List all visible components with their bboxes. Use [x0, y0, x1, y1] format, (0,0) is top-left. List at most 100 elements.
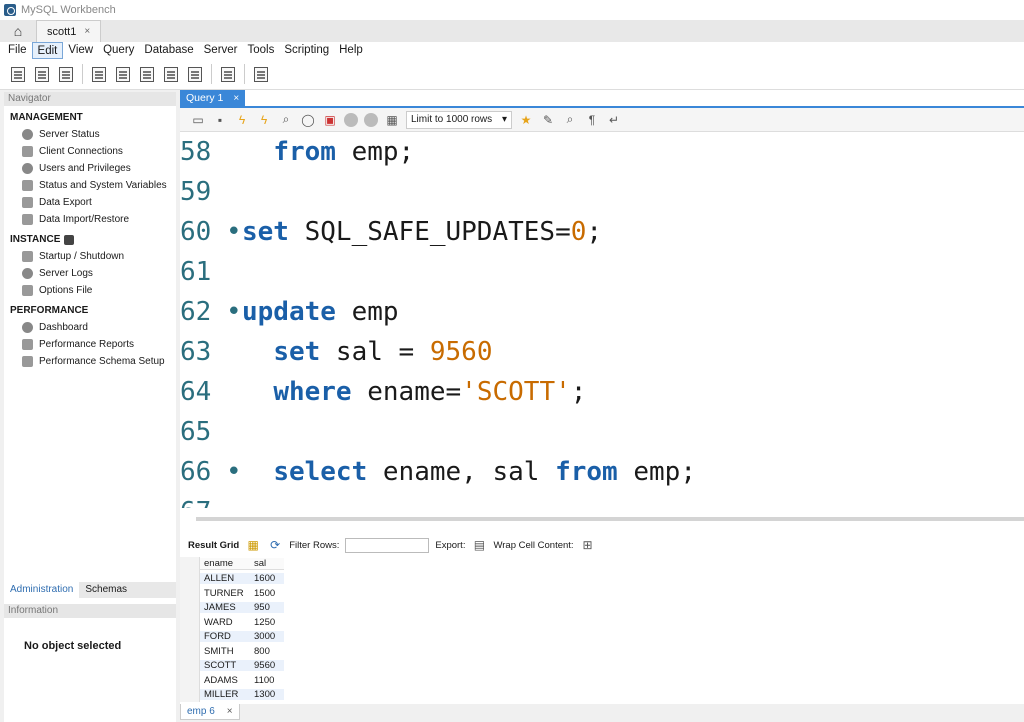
panel-splitter[interactable] — [196, 517, 1024, 521]
close-icon[interactable]: × — [233, 93, 239, 104]
table-row[interactable]: FORD 3000 — [180, 629, 290, 644]
tab-administration[interactable]: Administration — [4, 582, 80, 598]
inspector-icon[interactable] — [56, 64, 76, 84]
code-line[interactable]: 58 from emp; — [180, 132, 1024, 172]
execute-current-icon[interactable]: ϟ — [256, 112, 272, 128]
create-view-icon[interactable] — [137, 64, 157, 84]
autocommit-icon[interactable]: ▦ — [384, 112, 400, 128]
table-row[interactable]: WARD 1250 — [180, 615, 290, 630]
limit-rows-select[interactable]: Limit to 1000 rows ▾ — [406, 110, 512, 129]
close-icon[interactable]: × — [227, 706, 233, 717]
row-header[interactable] — [180, 658, 200, 673]
create-procedure-icon[interactable] — [161, 64, 181, 84]
sidebar-item-dashboard[interactable]: Dashboard — [4, 319, 176, 336]
wrap-lines-icon[interactable]: ↵ — [606, 112, 622, 128]
reconnect-icon[interactable] — [251, 64, 271, 84]
menu-help[interactable]: Help — [334, 42, 368, 59]
sidebar-item-startup-shutdown[interactable]: Startup / Shutdown — [4, 248, 176, 265]
tab-schemas[interactable]: Schemas — [79, 582, 133, 598]
open-folder-icon[interactable]: ▭ — [190, 112, 206, 128]
export-icon[interactable]: ▤ — [471, 537, 487, 553]
search-table-data-icon[interactable] — [218, 64, 238, 84]
home-icon[interactable]: ⌂ — [8, 23, 28, 39]
table-row[interactable]: ALLEN 1600 — [180, 571, 290, 586]
open-sql-script-icon[interactable] — [32, 64, 52, 84]
sidebar-item-users-privileges[interactable]: Users and Privileges — [4, 160, 176, 177]
sidebar-item-options-file[interactable]: Options File — [4, 282, 176, 299]
add-snippet-icon[interactable]: ★ — [518, 112, 534, 128]
save-icon[interactable]: ▪ — [212, 112, 228, 128]
code-line[interactable]: 64 where ename= 'SCOTT'; — [180, 372, 1024, 412]
sidebar-item-server-status[interactable]: Server Status — [4, 126, 176, 143]
sidebar-item-client-connections[interactable]: Client Connections — [4, 143, 176, 160]
execute-icon[interactable]: ϟ — [234, 112, 250, 128]
sidebar-item-performance-schema[interactable]: Performance Schema Setup — [4, 353, 176, 370]
cell-ename[interactable]: ALLEN — [200, 573, 250, 585]
row-header[interactable] — [180, 673, 200, 688]
menu-database[interactable]: Database — [139, 42, 198, 59]
menu-file[interactable]: File — [3, 42, 32, 59]
close-icon[interactable]: × — [84, 26, 90, 37]
row-header[interactable] — [180, 600, 200, 615]
explain-icon[interactable]: ⌕ — [278, 112, 294, 128]
menu-tools[interactable]: Tools — [243, 42, 280, 59]
table-row[interactable]: ADAMS 1100 — [180, 673, 290, 688]
code-line[interactable]: 63 set sal = 9560 — [180, 332, 1024, 372]
table-row[interactable]: SCOTT 9560 — [180, 658, 290, 673]
column-header-sal[interactable]: sal — [250, 558, 284, 571]
table-row[interactable]: SMITH 800 — [180, 644, 290, 659]
create-function-icon[interactable] — [185, 64, 205, 84]
tab-emp-6[interactable]: emp 6 × — [180, 704, 240, 720]
column-header-ename[interactable]: ename — [200, 558, 250, 571]
row-header[interactable] — [180, 629, 200, 644]
menu-edit[interactable]: Edit — [31, 42, 64, 59]
cell-ename[interactable]: TURNER — [200, 588, 250, 599]
cell-sal[interactable]: 9560 — [250, 660, 284, 672]
cell-ename[interactable]: SCOTT — [200, 660, 250, 672]
row-header[interactable] — [180, 615, 200, 630]
tab-query-1[interactable]: Query 1 × — [180, 90, 246, 106]
cell-sal[interactable]: 800 — [250, 646, 284, 657]
refresh-icon[interactable]: ⟳ — [267, 537, 283, 553]
code-line[interactable]: 59 — [180, 172, 1024, 212]
sql-editor[interactable]: 58 from emp; 59 60 • set SQL_SAFE_UPDATES= 0;… — [180, 132, 1024, 508]
cell-ename[interactable]: SMITH — [200, 646, 250, 657]
cell-sal[interactable]: 3000 — [250, 631, 284, 643]
sidebar-item-status-variables[interactable]: Status and System Variables — [4, 177, 176, 194]
row-header[interactable] — [180, 571, 200, 586]
cell-sal[interactable]: 1100 — [250, 675, 284, 686]
cell-sal[interactable]: 1600 — [250, 573, 284, 585]
cell-sal[interactable]: 1500 — [250, 588, 284, 599]
wrap-cell-icon[interactable]: ⊞ — [580, 537, 596, 553]
row-header[interactable] — [180, 644, 200, 659]
code-line[interactable]: 60 • set SQL_SAFE_UPDATES= 0; — [180, 212, 1024, 252]
toggle-error-icon[interactable]: ▣ — [322, 112, 338, 128]
menu-scripting[interactable]: Scripting — [279, 42, 334, 59]
code-line[interactable]: 61 — [180, 252, 1024, 292]
row-header[interactable] — [180, 586, 200, 601]
table-row[interactable]: JAMES 950 — [180, 600, 290, 615]
cell-ename[interactable]: JAMES — [200, 602, 250, 614]
cell-sal[interactable]: 1300 — [250, 689, 284, 701]
grid-icon[interactable]: ▦ — [245, 537, 261, 553]
rollback-icon[interactable] — [364, 112, 378, 127]
sidebar-item-data-import[interactable]: Data Import/Restore — [4, 211, 176, 228]
result-grid-label[interactable]: Result Grid — [188, 540, 239, 551]
code-line[interactable]: 66 • select ename, sal from emp; — [180, 452, 1024, 492]
table-row[interactable]: MILLER 1300 — [180, 687, 290, 702]
create-schema-icon[interactable] — [89, 64, 109, 84]
cell-ename[interactable]: MILLER — [200, 689, 250, 701]
cell-sal[interactable]: 950 — [250, 602, 284, 614]
menu-view[interactable]: View — [63, 42, 98, 59]
row-header[interactable] — [180, 687, 200, 702]
find-icon[interactable]: ⌕ — [562, 112, 578, 128]
table-row[interactable]: TURNER 1500 — [180, 586, 290, 601]
filter-rows-input[interactable] — [345, 537, 430, 553]
cell-sal[interactable]: 1250 — [250, 617, 284, 628]
cell-ename[interactable]: FORD — [200, 631, 250, 643]
sidebar-item-server-logs[interactable]: Server Logs — [4, 265, 176, 282]
code-line[interactable]: 62 • update emp — [180, 292, 1024, 332]
connection-tab[interactable]: scott1 × — [36, 20, 102, 42]
menu-server[interactable]: Server — [199, 42, 243, 59]
code-line[interactable]: 67 — [180, 492, 1024, 508]
